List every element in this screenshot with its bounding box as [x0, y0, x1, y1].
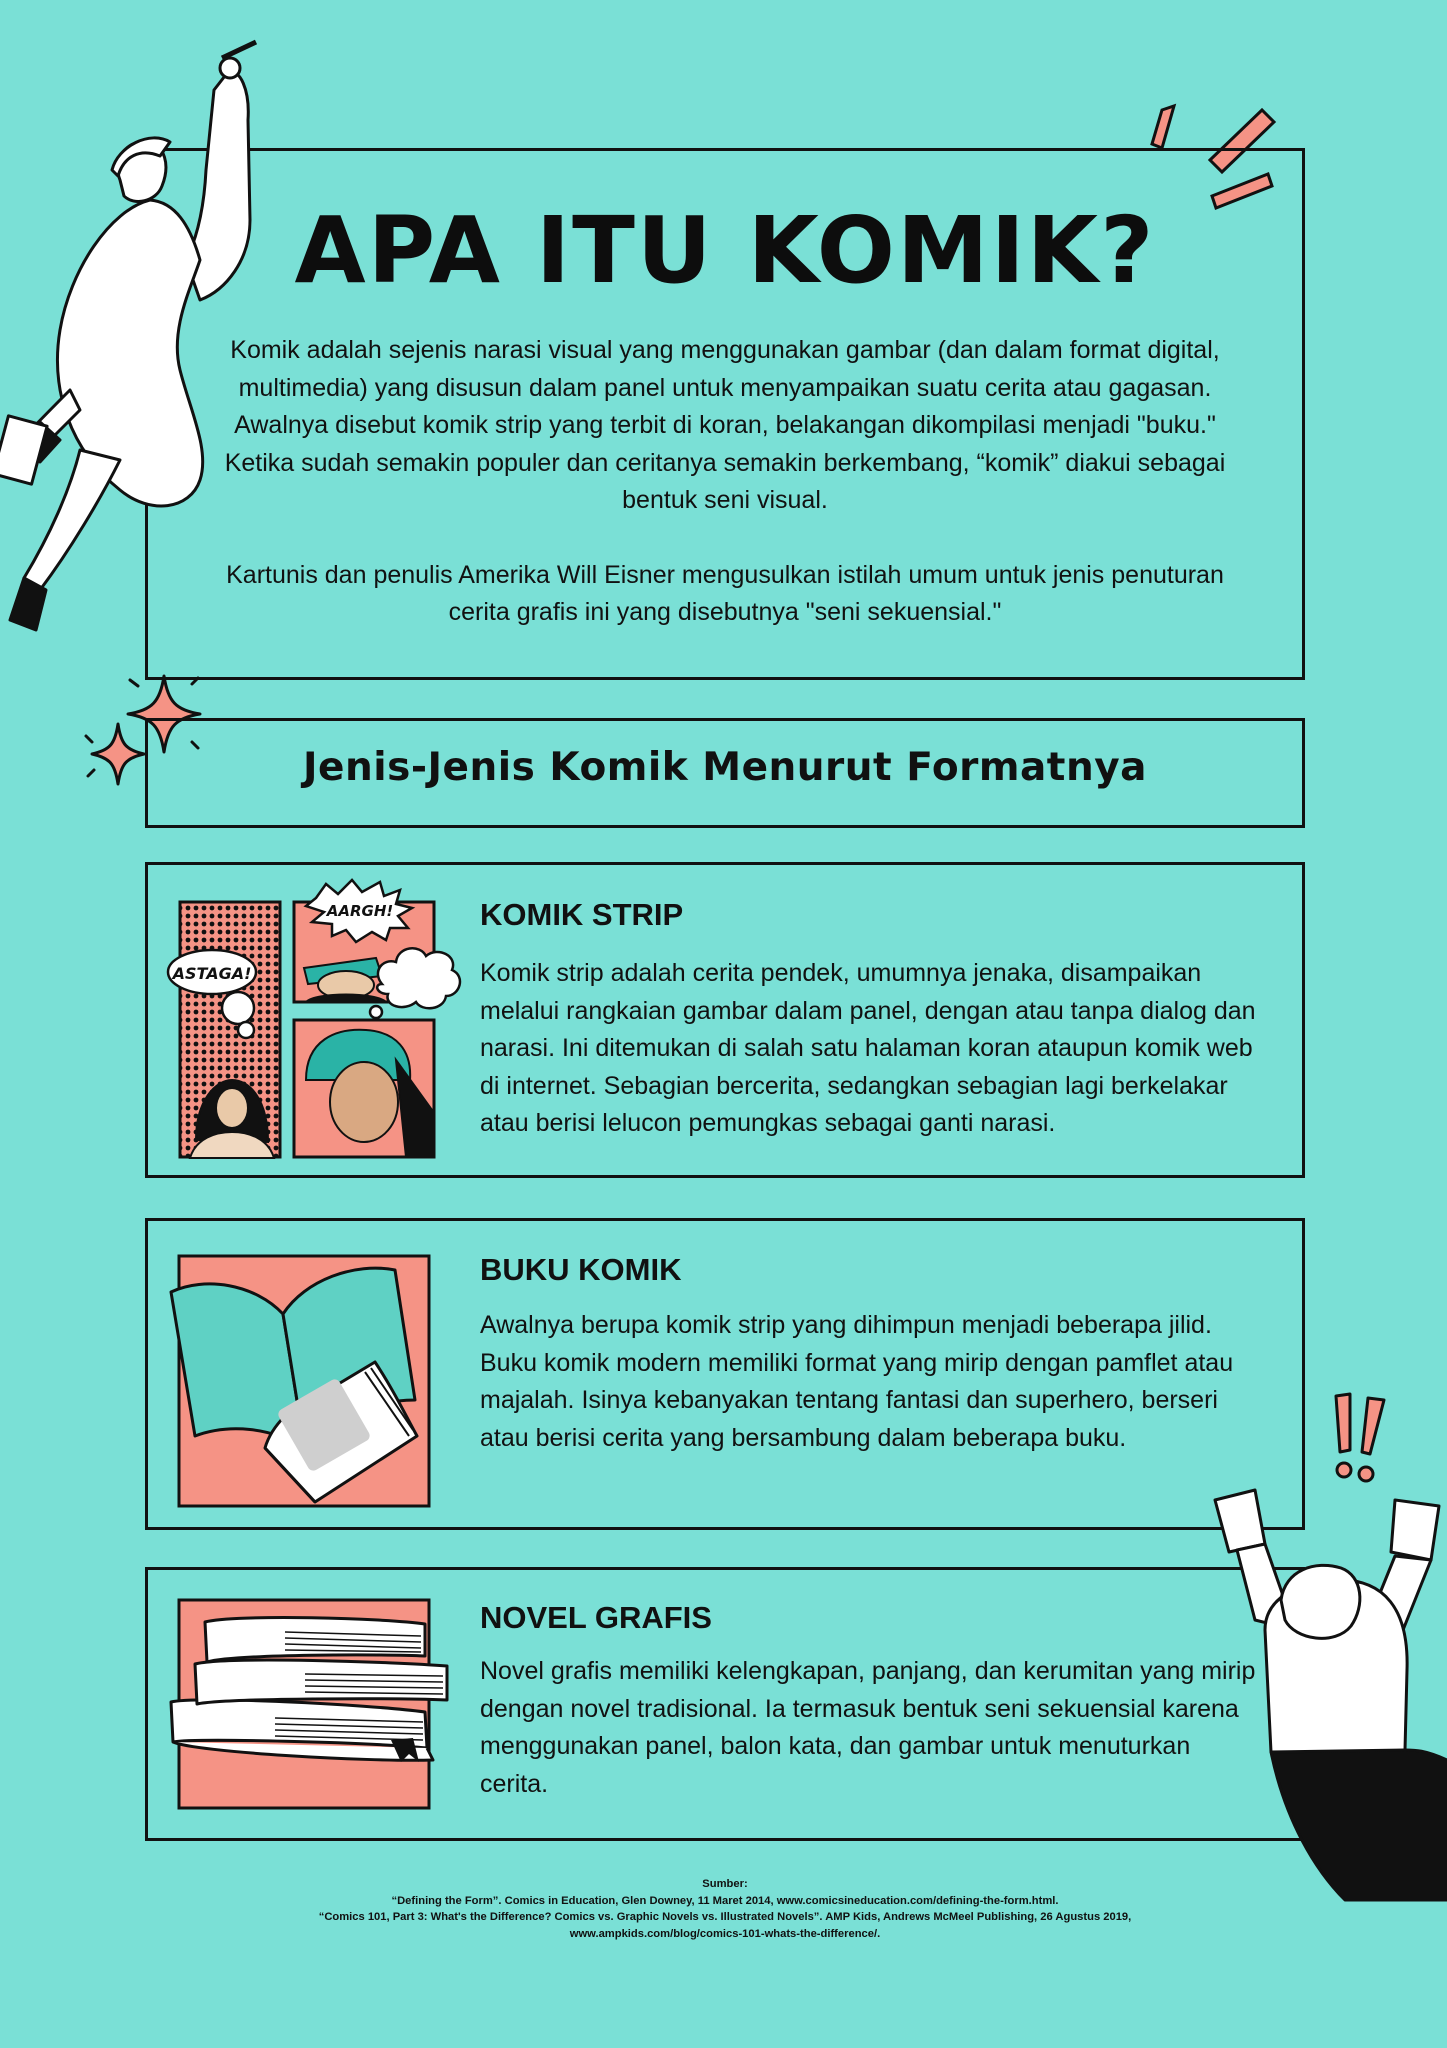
intro-paragraph-1: Komik adalah sejenis narasi visual yang … — [224, 336, 1226, 514]
komik-strip-title: KOMIK STRIP — [480, 897, 684, 932]
book-stack-illustration — [169, 1598, 449, 1810]
sources-label: Sumber: — [702, 1878, 748, 1890]
bubble-aargh-text: AARGH! — [326, 902, 393, 920]
intro-text: Komik adalah sejenis narasi visual yang … — [220, 332, 1230, 632]
komik-strip-body: Komik strip adalah cerita pendek, umumny… — [480, 959, 1256, 1137]
novel-grafis-body: Novel grafis memiliki kelengkapan, panja… — [480, 1657, 1256, 1798]
source-line-2: “Comics 101, Part 3: What's the Differen… — [318, 1911, 1132, 1923]
buku-komik-body: Awalnya berupa komik strip yang dihimpun… — [480, 1311, 1234, 1452]
bubble-astaga-text: ASTAGA! — [171, 964, 252, 983]
comic-book-illustration — [169, 1254, 431, 1508]
section-subheading: Jenis-Jenis Komik Menurut Formatnya — [303, 745, 1147, 790]
person-celebrating-illustration — [1213, 1488, 1447, 1902]
comic-panels-illustration: ASTAGA! AARGH! — [166, 878, 462, 1159]
page-title: APA ITU KOMIK? — [294, 197, 1156, 304]
novel-grafis-title: NOVEL GRAFIS — [480, 1600, 712, 1635]
sources: Sumber: “Defining the Form”. Comics in E… — [145, 1876, 1305, 1942]
source-line-1: “Defining the Form”. Comics in Education… — [391, 1894, 1059, 1907]
buku-komik-title: BUKU KOMIK — [480, 1252, 682, 1287]
intro-paragraph-2: Kartunis dan penulis Amerika Will Eisner… — [226, 560, 1224, 627]
person-writing-illustration — [0, 39, 258, 632]
source-line-3: www.ampkids.com/blog/comics-101-whats-th… — [569, 1927, 881, 1940]
